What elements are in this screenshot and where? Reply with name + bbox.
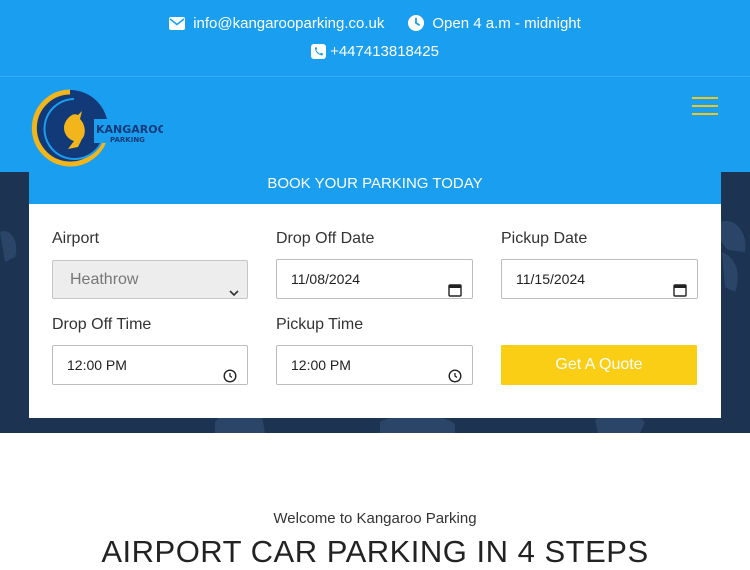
site-header: KANGAROO PARKING [0, 76, 750, 172]
clock-icon[interactable] [223, 359, 237, 383]
calendar-icon[interactable] [673, 273, 687, 297]
dropoff-date-label: Drop Off Date [276, 230, 375, 247]
airport-label: Airport [52, 230, 100, 247]
welcome-text: Welcome to Kangaroo Parking [273, 510, 477, 527]
dropoff-time-value: 12:00 PM [67, 357, 127, 373]
pickup-time-input[interactable]: 12:00 PM [276, 345, 473, 385]
phone-icon [311, 43, 327, 59]
pickup-date-input[interactable]: 11/15/2024 [501, 259, 698, 299]
logo-text-main: KANGAROO [96, 123, 163, 136]
hours-text: Open 4 a.m - midnight [432, 14, 581, 32]
email-text: info@kangarooparking.co.uk [193, 14, 385, 32]
phone-link[interactable]: +447413818425 [311, 43, 439, 60]
hamburger-icon[interactable] [692, 97, 718, 115]
contact-row: info@kangarooparking.co.uk Open 4 a.m - … [0, 14, 750, 32]
pickup-date-value: 11/15/2024 [516, 271, 586, 287]
phone-row: +447413818425 [0, 42, 750, 60]
logo-text-sub: PARKING [110, 136, 145, 144]
pickup-date-label: Pickup Date [501, 230, 588, 247]
clock-icon[interactable] [448, 359, 462, 383]
dropoff-time-label: Drop Off Time [52, 316, 152, 333]
dropoff-date-value: 11/08/2024 [291, 271, 361, 287]
chevron-down-icon [229, 275, 239, 297]
top-contact-bar: info@kangarooparking.co.uk Open 4 a.m - … [0, 0, 750, 76]
airport-select[interactable]: Heathrow [52, 260, 248, 299]
hours-info: Open 4 a.m - midnight [408, 14, 581, 32]
phone-text: +447413818425 [330, 42, 439, 60]
email-link[interactable]: info@kangarooparking.co.uk [169, 15, 384, 32]
booking-form-card: BOOK YOUR PARKING TODAY Airport Heathrow… [29, 172, 721, 418]
airport-select-value: Heathrow [70, 271, 139, 288]
kangaroo-parking-logo[interactable]: KANGAROO PARKING [28, 81, 167, 171]
pickup-time-value: 12:00 PM [291, 357, 351, 373]
clock-icon [408, 15, 425, 31]
section-title: AIRPORT CAR PARKING IN 4 STEPS [101, 534, 649, 569]
dropoff-date-input[interactable]: 11/08/2024 [276, 259, 473, 299]
booking-heading: BOOK YOUR PARKING TODAY [29, 172, 721, 204]
get-quote-button[interactable]: Get A Quote [501, 345, 697, 385]
pickup-time-label: Pickup Time [276, 316, 364, 333]
dropoff-time-input[interactable]: 12:00 PM [52, 345, 248, 385]
envelope-icon [169, 16, 186, 30]
calendar-icon[interactable] [448, 273, 462, 297]
